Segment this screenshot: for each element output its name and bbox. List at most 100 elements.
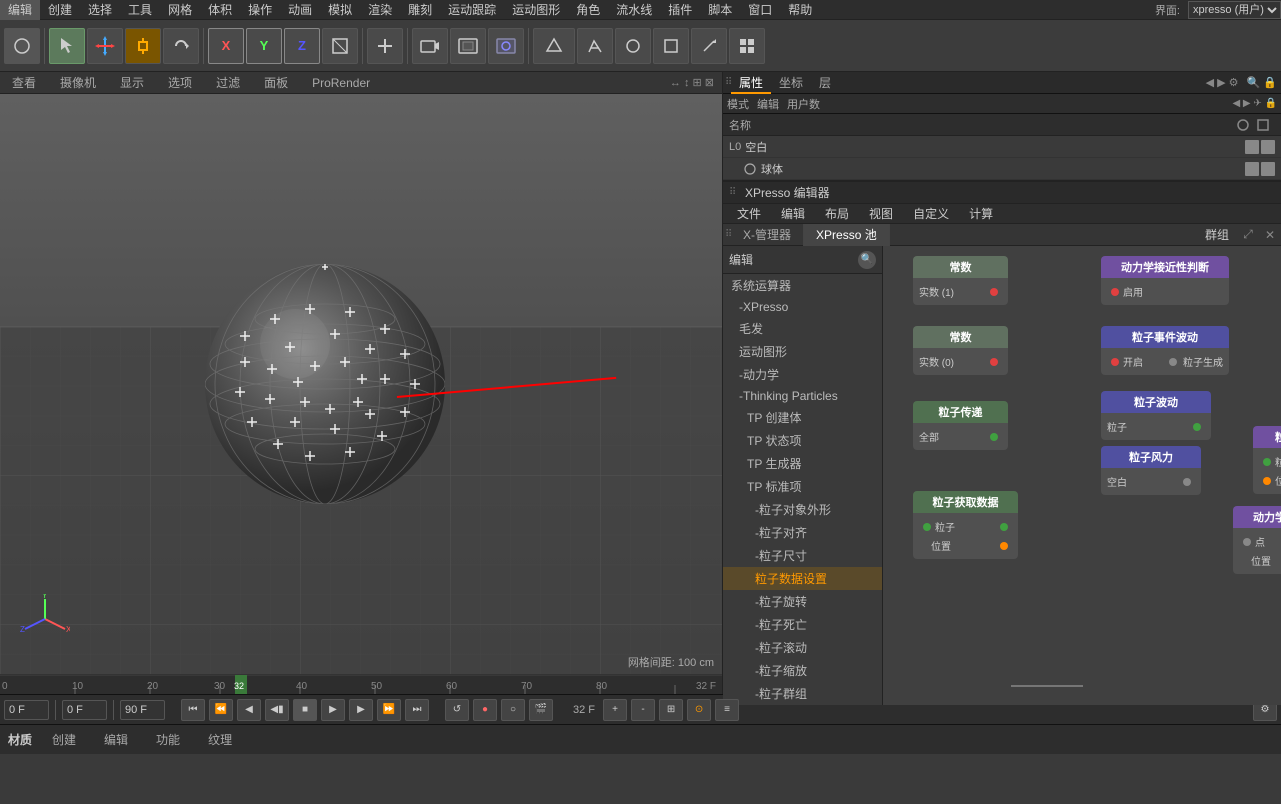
tree-item-tp-create[interactable]: TP 创建体 [723,406,882,429]
node-const2[interactable]: 常数 实数 (0) [913,326,1008,375]
vp-tab-panel[interactable]: 面板 [256,72,296,94]
node-dynamics1[interactable]: 动力学接近性判断 启用 [1101,256,1229,305]
tool-mode-object[interactable] [4,28,40,64]
menu-tiji[interactable]: 体积 [200,0,240,20]
tree-item-particle-obj[interactable]: -粒子对象外形 [723,498,882,521]
btn-next-key[interactable]: ⏩ [377,699,401,721]
btn-play-back[interactable]: ◀▮ [265,699,289,721]
menu-donghua[interactable]: 动画 [280,0,320,20]
vp-tab-camera[interactable]: 摄像机 [52,72,104,94]
tool-grid-btn[interactable] [729,28,765,64]
tool-axis-y[interactable]: Y [246,28,282,64]
menu-moni[interactable]: 模拟 [320,0,360,20]
render-dot-2[interactable] [1261,162,1275,176]
tree-item-tp[interactable]: -Thinking Particles [723,386,882,406]
btn-render-preview[interactable]: ⊙ [687,699,711,721]
tool-axis-x[interactable]: X [208,28,244,64]
menu-diaoke[interactable]: 雕刻 [400,0,440,20]
tool-axis-z[interactable]: Z [284,28,320,64]
btn-loop[interactable]: ↺ [445,699,469,721]
btn-del-key[interactable]: - [631,699,655,721]
xp-menu-layout[interactable]: 布局 [817,204,857,224]
tree-item-particle-rotate[interactable]: -粒子旋转 [723,590,882,613]
menu-jiaoben[interactable]: 脚本 [700,0,740,20]
vp-tab-display[interactable]: 显示 [112,72,152,94]
tree-item-tp-standard[interactable]: TP 标准项 [723,475,882,498]
tool-knife[interactable] [691,28,727,64]
node-wind[interactable]: 粒子风力 空白 [1101,446,1201,495]
scene-object-row-sphere[interactable]: 球体 [723,158,1281,180]
vp-tab-view[interactable]: 查看 [4,72,44,94]
tree-item-hair[interactable]: 毛发 [723,317,882,340]
xp-menu-edit[interactable]: 编辑 [773,204,813,224]
mat-tab-edit[interactable]: 编辑 [96,725,136,755]
xp-menu-view[interactable]: 视图 [861,204,901,224]
tool-move[interactable] [87,28,123,64]
btn-play[interactable]: ▶ [321,699,345,721]
mat-tab-texture[interactable]: 纹理 [200,725,240,755]
menu-liushuixian[interactable]: 流水线 [608,0,660,20]
xp-tab-manager[interactable]: X-管理器 [731,224,804,246]
tab-properties[interactable]: 属性 [731,72,771,94]
tool-scale[interactable] [125,28,161,64]
tool-add[interactable] [367,28,403,64]
btn-prev-key[interactable]: ⏪ [209,699,233,721]
tool-render-region[interactable] [450,28,486,64]
right-search[interactable]: 🔍 🔒 [1243,76,1281,89]
tool-rotate[interactable] [163,28,199,64]
btn-step-back[interactable]: ◀ [237,699,261,721]
tab-layer[interactable]: 层 [811,72,839,94]
tree-item-dynamics[interactable]: -动力学 [723,363,882,386]
tree-item-tp-gen[interactable]: TP 生成器 [723,452,882,475]
xpresso-drag[interactable]: ⠿ [729,187,737,198]
drag-handle[interactable]: ⠿ [723,77,731,88]
vp-tab-options[interactable]: 选项 [160,72,200,94]
frame-current-field[interactable] [62,700,107,720]
menu-caozuo[interactable]: 操作 [240,0,280,20]
btn-key-all[interactable]: ⊞ [659,699,683,721]
frame-start-field[interactable] [4,700,49,720]
node-const1[interactable]: 常数 实数 (1) [913,256,1008,305]
xp-tab-pool[interactable]: XPresso 池 [804,224,890,246]
tab-coords[interactable]: 坐标 [771,72,811,94]
node-particle-event[interactable]: 粒子事件波动 开启 粒子生成 [1101,326,1229,375]
tool-select[interactable] [49,28,85,64]
menu-yundong-genzong[interactable]: 运动跟踪 [440,0,504,20]
node-particle-wave[interactable]: 粒子波动 粒子 [1101,391,1211,440]
tool-camera[interactable] [412,28,448,64]
menu-wangge[interactable]: 网格 [160,0,200,20]
menu-chajian[interactable]: 插件 [660,0,700,20]
render-dot-1[interactable] [1261,140,1275,154]
node-transmit[interactable]: 粒子传递 全部 [913,401,1008,450]
tree-item-particle-align[interactable]: -粒子对齐 [723,521,882,544]
tree-item-particle-death[interactable]: -粒子死亡 [723,613,882,636]
tree-item-system[interactable]: 系统运算器 [723,274,882,297]
mat-tab-function[interactable]: 功能 [148,725,188,755]
menu-xuanran[interactable]: 渲染 [360,0,400,20]
menu-chuangkou[interactable]: 窗口 [740,0,780,20]
visibility-dot-2[interactable] [1245,162,1259,176]
node-get-data[interactable]: 粒子获取数据 粒子 位置 [913,491,1018,559]
node-data-set[interactable]: 粒子数据设置 粒子 位置 [1253,426,1281,494]
btn-add-key[interactable]: + [603,699,627,721]
menu-bangzhu[interactable]: 帮助 [780,0,820,20]
xp-close-btn[interactable]: ✕ [1259,224,1281,246]
menu-chuangjian[interactable]: 创建 [40,0,80,20]
tool-circle[interactable] [615,28,651,64]
tool-persp[interactable] [533,28,575,64]
tree-search-btn[interactable]: 🔍 [858,251,876,269]
tool-pen[interactable] [577,28,613,64]
interface-select[interactable]: xpresso (用户) [1188,1,1281,19]
tree-item-tp-state[interactable]: TP 状态项 [723,429,882,452]
tool-transform[interactable] [322,28,358,64]
xp-menu-custom[interactable]: 自定义 [905,204,957,224]
vp-tab-filter[interactable]: 过滤 [208,72,248,94]
xp-menu-calc[interactable]: 计算 [961,204,1001,224]
btn-go-start[interactable]: ⏮ [181,699,205,721]
btn-motion-blur[interactable]: ≡ [715,699,739,721]
tree-item-particle-scale[interactable]: -粒子缩放 [723,659,882,682]
tree-item-particle-roll[interactable]: -粒子滚动 [723,636,882,659]
menu-gongju[interactable]: 工具 [120,0,160,20]
btn-step-fwd[interactable]: ▶ [349,699,373,721]
visibility-dot-1[interactable] [1245,140,1259,154]
